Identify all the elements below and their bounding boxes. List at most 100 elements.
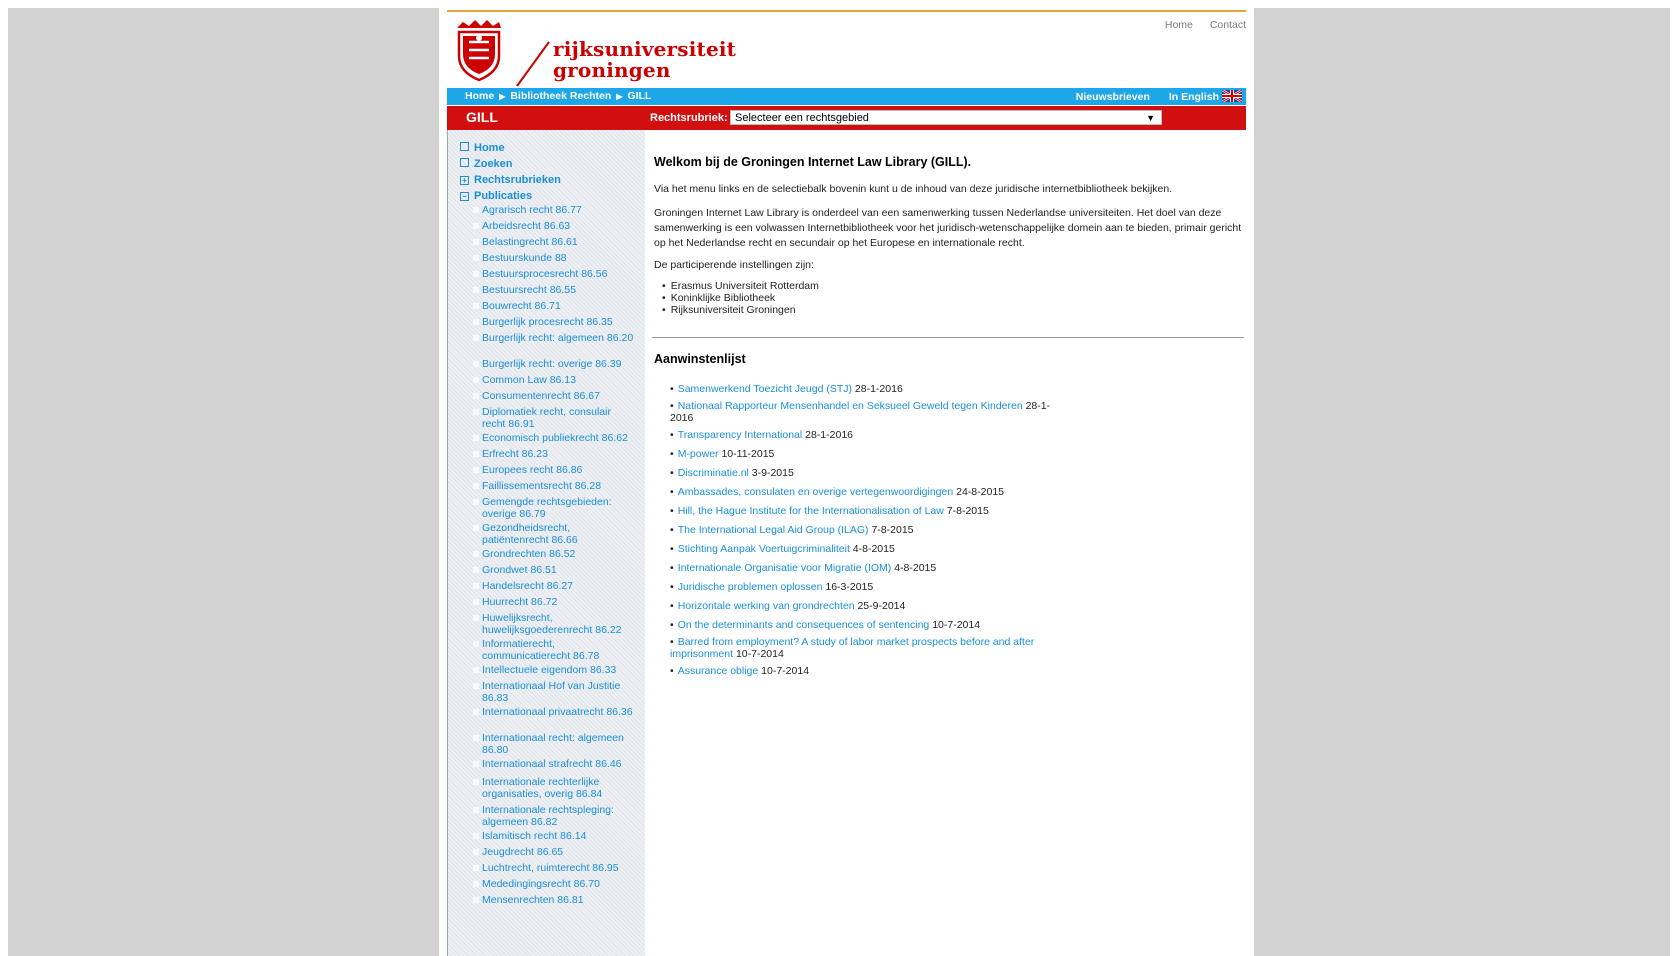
- sidebar-item-zoeken[interactable]: Zoeken: [460, 158, 513, 170]
- breadcrumb-home[interactable]: Home: [465, 90, 494, 102]
- sidebar-publicatie-item[interactable]: Bestuurskunde 88: [473, 252, 635, 264]
- sidebar-publicatie-item[interactable]: Internationaal strafrecht 86.46: [473, 758, 635, 770]
- bullet-square-icon: [473, 499, 479, 505]
- sidebar-publicatie-item[interactable]: Europees recht 86.86: [473, 464, 635, 476]
- brand-name-line2: groningen: [553, 58, 671, 82]
- bullet-square-icon: [473, 551, 479, 557]
- bullet-icon: •: [670, 400, 674, 412]
- sidebar-publicatie-item[interactable]: Erfrecht 86.23: [473, 448, 635, 460]
- aanwinst-link[interactable]: On the determinants and consequences of …: [678, 619, 930, 631]
- sidebar-publicatie-item[interactable]: Agrarisch recht 86.77: [473, 204, 635, 216]
- sidebar-publicatie-item[interactable]: Islamitisch recht 86.14: [473, 830, 635, 842]
- sidebar-publicatie-item[interactable]: Common Law 86.13: [473, 374, 635, 386]
- sidebar-publicatie-item[interactable]: Burgerlijk recht: algemeen 86.20: [473, 332, 635, 344]
- aanwinst-date: 10-11-2015: [721, 448, 775, 460]
- aanwinst-link[interactable]: Transparency International: [678, 429, 803, 441]
- sidebar-publicatie-label: Burgerlijk recht: algemeen 86.20: [482, 332, 634, 344]
- sidebar-publicatie-item[interactable]: Burgerlijk procesrecht 86.35: [473, 316, 635, 328]
- sidebar-publicatie-item[interactable]: Consumentenrecht 86.67: [473, 390, 635, 402]
- sidebar-publicatie-item[interactable]: Bouwrecht 86.71: [473, 300, 635, 312]
- sidebar-publicatie-item[interactable]: Internationale rechterlijke organisaties…: [473, 776, 635, 800]
- aanwinst-link[interactable]: Ambassades, consulaten en overige verteg…: [678, 486, 954, 498]
- sidebar-publicatie-item[interactable]: Gemengde rechtsgebieden: overige 86.79: [473, 496, 635, 520]
- sidebar-publicatie-item[interactable]: Belastingrecht 86.61: [473, 236, 635, 248]
- breadcrumb-bibliotheek[interactable]: Bibliotheek Rechten: [510, 90, 611, 102]
- sidebar-item-rechtsrubrieken[interactable]: + Rechtsrubrieken: [460, 174, 561, 186]
- sidebar-publicatie-item[interactable]: Mensenrechten 86.81: [473, 894, 635, 906]
- sidebar-publicatie-item[interactable]: Faillissementsrecht 86.28: [473, 480, 635, 492]
- sidebar-publicatie-item[interactable]: Arbeidsrecht 86.63: [473, 220, 635, 232]
- nieuwsbrieven-link[interactable]: Nieuwsbrieven: [1076, 91, 1150, 103]
- sidebar-publicatie-item[interactable]: Handelsrecht 86.27: [473, 580, 635, 592]
- sidebar-publicatie-label: Intellectuele eigendom 86.33: [482, 664, 617, 676]
- aanwinst-link[interactable]: Hill, the Hague Institute for the Intern…: [678, 505, 944, 517]
- sidebar-publicatie-item[interactable]: Grondrechten 86.52: [473, 548, 635, 560]
- sidebar-item-home[interactable]: Home: [460, 142, 505, 154]
- bullet-square-icon: [473, 615, 479, 621]
- sidebar-publicatie-item[interactable]: Bestuursprocesrecht 86.56: [473, 268, 635, 280]
- sidebar-publicatie-item[interactable]: Intellectuele eigendom 86.33: [473, 664, 635, 676]
- aanwinst-link[interactable]: M-power: [678, 448, 719, 460]
- aanwinst-item: • Samenwerkend Toezicht Jeugd (STJ) 28-1-…: [670, 383, 1070, 395]
- sidebar-item-publicaties[interactable]: − Publicaties: [460, 190, 532, 202]
- aanwinst-item: • Transparency International 28-1-2016: [670, 429, 1070, 441]
- bullet-icon: •: [670, 562, 674, 574]
- aanwinst-link[interactable]: The International Legal Aid Group (ILAG): [678, 524, 869, 536]
- sidebar-publicatie-item[interactable]: Huurrecht 86.72: [473, 596, 635, 608]
- bullet-square-icon: [473, 525, 479, 531]
- sidebar-item-label: Rechtsrubrieken: [474, 174, 561, 186]
- sidebar-publicatie-item[interactable]: Mededingingsrecht 86.70: [473, 878, 635, 890]
- aanwinst-link[interactable]: Assurance oblige: [678, 665, 759, 677]
- sidebar-publicatie-item[interactable]: Internationaal Hof van Justitie 86.83: [473, 680, 635, 704]
- sidebar-publicatie-item[interactable]: Internationaal privaatrecht 86.36: [473, 706, 635, 718]
- aanwinst-date: 28-1-2016: [805, 429, 853, 441]
- sidebar-publicatie-label: Bestuurskunde 88: [482, 252, 567, 264]
- aanwinst-link[interactable]: Stichting Aanpak Voertuigcriminaliteit: [678, 543, 850, 555]
- sidebar-publicatie-item[interactable]: Bestuursrecht 86.55: [473, 284, 635, 296]
- sidebar-publicatie-item[interactable]: Huwelijksrecht, huwelijksgoederenrecht 8…: [473, 612, 635, 636]
- sidebar-item-label: Publicaties: [474, 190, 533, 202]
- sidebar-publicatie-item[interactable]: Internationale rechtspleging: algemeen 8…: [473, 804, 635, 828]
- aanwinst-item: • Juridische problemen oplossen 16-3-2015: [670, 581, 1070, 593]
- bullet-icon: •: [670, 600, 674, 612]
- sidebar-publicatie-item[interactable]: Diplomatiek recht, consulair recht 86.91: [473, 406, 635, 430]
- bullet-square-icon: [473, 779, 479, 785]
- rug-logo[interactable]: rijksuniversiteit groningen: [449, 18, 736, 87]
- aanwinst-link[interactable]: Samenwerkend Toezicht Jeugd (STJ): [678, 383, 852, 395]
- sidebar-publicatie-item[interactable]: Informatierecht, communicatierecht 86.78: [473, 638, 635, 662]
- sidebar-publicatie-item[interactable]: Internationaal recht: algemeen 86.80: [473, 732, 635, 756]
- sidebar-publicatie-label: Gezondheidsrecht, patiëntenrecht 86.66: [482, 522, 578, 546]
- sidebar-publicatie-item[interactable]: Grondwet 86.51: [473, 564, 635, 576]
- aanwinst-date: 4-8-2015: [894, 562, 937, 574]
- sidebar-publicatie-label: Diplomatiek recht, consulair recht 86.91: [482, 406, 611, 430]
- page-title: Welkom bij de Groningen Internet Law Lib…: [654, 155, 972, 169]
- bullet-square-icon: [473, 239, 479, 245]
- sidebar-publicatie-label: Erfrecht 86.23: [482, 448, 548, 460]
- bullet-icon: •: [670, 467, 674, 479]
- rubriek-select[interactable]: Selecteer een rechtsgebied ▼: [730, 110, 1162, 125]
- aanwinst-link[interactable]: Juridische problemen oplossen: [678, 581, 823, 593]
- aanwinst-link[interactable]: Barred from employment? A study of labor…: [670, 636, 1034, 660]
- aanwinst-link[interactable]: Nationaal Rapporteur Mensenhandel en Sek…: [678, 400, 1023, 412]
- aanwinst-link[interactable]: Internationale Organisatie voor Migratie…: [678, 562, 892, 574]
- aanwinst-date: 28-1-2016: [854, 383, 903, 395]
- bullet-square-icon: [473, 271, 479, 277]
- sidebar-publicatie-item[interactable]: Jeugdrecht 86.65: [473, 846, 635, 858]
- top-link-contact[interactable]: Contact: [1210, 19, 1246, 31]
- in-english-link[interactable]: In English: [1161, 90, 1242, 103]
- sidebar-publicatie-item[interactable]: Luchtrecht, ruimterecht 86.95: [473, 862, 635, 874]
- sidebar-publicatie-item[interactable]: Gezondheidsrecht, patiëntenrecht 86.66: [473, 522, 635, 546]
- sidebar-publicatie-label: Internationale rechterlijke organisaties…: [482, 776, 603, 800]
- aanwinst-link[interactable]: Discriminatie.nl: [678, 467, 749, 479]
- top-link-home[interactable]: Home: [1165, 19, 1193, 31]
- sidebar-publicatie-label: Internationaal Hof van Justitie 86.83: [482, 680, 621, 704]
- sidebar-publicatie-item[interactable]: Burgerlijk recht: overige 86.39: [473, 358, 635, 370]
- sidebar-publicatie-item[interactable]: Economisch publiekrecht 86.62: [473, 432, 635, 444]
- sidebar-publicatie-label: Economisch publiekrecht 86.62: [482, 432, 628, 444]
- square-icon: [460, 142, 469, 151]
- breadcrumb: Home ▶ Bibliotheek Rechten ▶ GILL: [465, 90, 651, 102]
- aanwinst-link[interactable]: Horizontale werking van grondrechten: [678, 600, 855, 612]
- breadcrumb-gill[interactable]: GILL: [627, 90, 651, 102]
- sidebar-publicatie-label: Consumentenrecht 86.67: [482, 390, 600, 402]
- sidebar-publicatie-label: Bestuursprocesrecht 86.56: [482, 268, 608, 280]
